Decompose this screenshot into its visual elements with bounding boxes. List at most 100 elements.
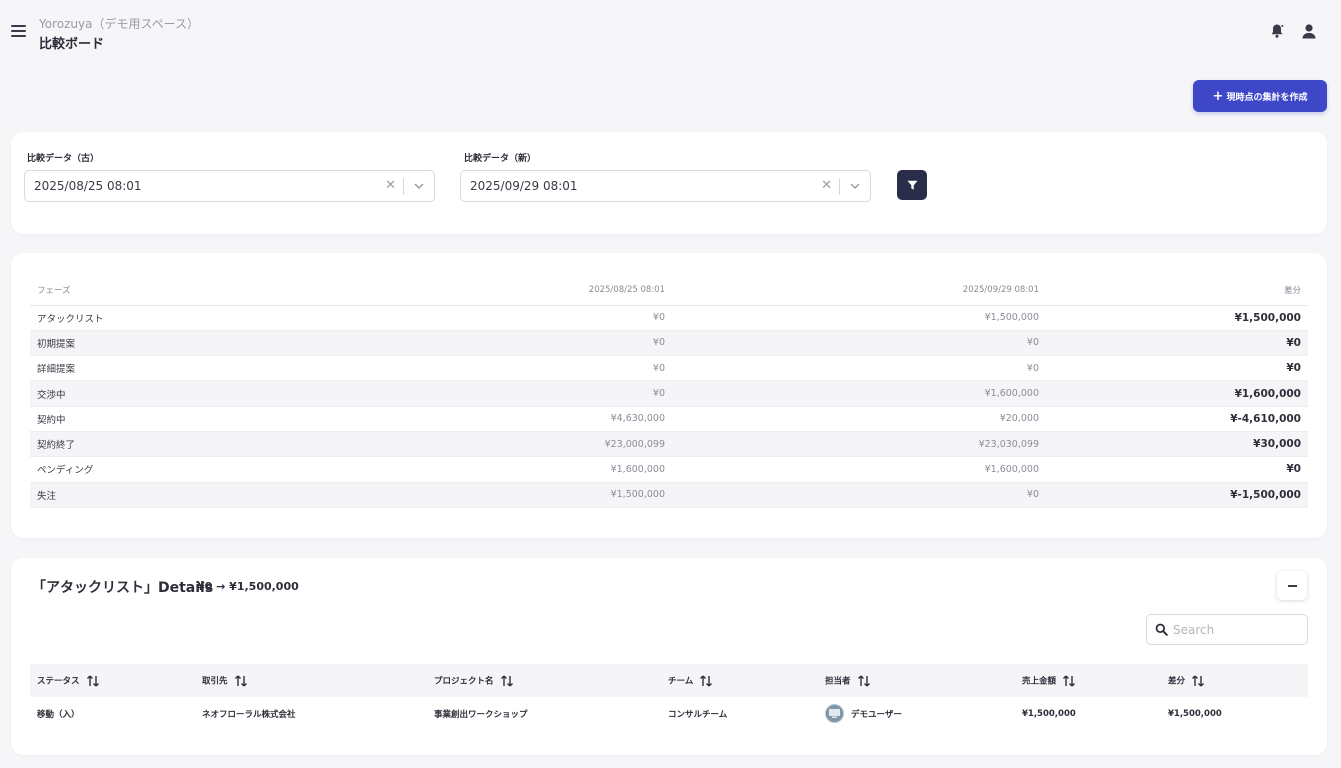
clear-icon[interactable]: ✕ (821, 178, 832, 193)
diff-value: ¥0 (1039, 355, 1308, 382)
details-card: 「アタックリスト」Details ¥0 → ¥1,500,000 ステータス 取… (11, 558, 1327, 755)
search-field[interactable] (1146, 614, 1308, 645)
avatar (825, 704, 844, 723)
details-table: ステータス 取引先 プロジェクト名 チーム 担当者 売上金額 差分 移動（入） … (30, 664, 1308, 730)
column-header-status[interactable]: ステータス (30, 664, 195, 697)
column-header-client[interactable]: 取引先 (195, 664, 427, 697)
diff-value: ¥0 (1039, 456, 1308, 483)
page-title: 比較ボード (39, 37, 105, 52)
new-data-label: 比較データ（新） (464, 154, 537, 164)
column-header-label: 担当者 (825, 676, 851, 686)
phase-name: ペンディング (30, 456, 290, 483)
phase-name: 初期提案 (30, 330, 290, 357)
diff-value: ¥1,600,000 (1039, 380, 1308, 407)
apply-filter-button[interactable] (897, 170, 927, 200)
menu-icon[interactable] (11, 25, 26, 37)
computer-icon (829, 709, 840, 718)
phase-name: 契約終了 (30, 431, 290, 458)
old-data-select[interactable]: 2025/08/25 08:01 ✕ (24, 170, 435, 202)
new-data-value: 2025/09/29 08:01 (470, 179, 578, 193)
phase-name: アタックリスト (30, 305, 290, 331)
sort-icon[interactable] (1191, 674, 1205, 688)
sort-icon[interactable] (699, 674, 713, 688)
column-header-owner[interactable]: 担当者 (818, 664, 1015, 697)
column-header-diff: 差分 (1039, 275, 1308, 306)
table-row: ペンディング ¥1,600,000 ¥1,600,000 ¥0 (30, 456, 1308, 483)
workspace-name: Yorozuya（デモ用スペース） (39, 17, 200, 31)
amount-cell: ¥1,500,000 (1022, 708, 1076, 719)
bell-icon[interactable] (1270, 23, 1284, 39)
chevron-down-icon[interactable] (849, 180, 861, 192)
phase-name: 詳細提案 (30, 355, 290, 382)
new-value: ¥23,030,099 (665, 431, 1039, 458)
new-value: ¥0 (665, 355, 1039, 382)
column-header-old: 2025/08/25 08:01 (290, 275, 665, 306)
status-cell: 移動（入） (37, 709, 80, 720)
table-row: 契約中 ¥4,630,000 ¥20,000 ¥-4,610,000 (30, 406, 1308, 432)
create-snapshot-button[interactable]: + 現時点の集計を作成 (1193, 80, 1327, 112)
column-header-label: 売上金額 (1022, 676, 1057, 686)
old-value: ¥0 (290, 305, 665, 331)
new-data-select[interactable]: 2025/09/29 08:01 ✕ (460, 170, 871, 202)
old-value: ¥0 (290, 355, 665, 382)
diff-value: ¥30,000 (1039, 431, 1308, 458)
old-value: ¥1,600,000 (290, 456, 665, 483)
user-icon[interactable] (1302, 23, 1316, 39)
search-input[interactable] (1173, 621, 1301, 639)
phase-summary-table: フェーズ 2025/08/25 08:01 2025/09/29 08:01 差… (30, 275, 1308, 508)
phase-name: 契約中 (30, 406, 290, 432)
column-header-diff[interactable]: 差分 (1161, 664, 1308, 697)
client-cell: ネオフローラル株式会社 (202, 709, 296, 720)
table-row: 交渉中 ¥0 ¥1,600,000 ¥1,600,000 (30, 380, 1308, 407)
new-value: ¥20,000 (665, 406, 1039, 432)
column-header-project[interactable]: プロジェクト名 (427, 664, 661, 697)
clear-icon[interactable]: ✕ (385, 178, 396, 193)
diff-value: ¥1,500,000 (1039, 305, 1308, 331)
phase-name: 交渉中 (30, 380, 290, 407)
table-header-row: ステータス 取引先 プロジェクト名 チーム 担当者 売上金額 差分 (30, 664, 1308, 697)
diff-value: ¥0 (1039, 330, 1308, 357)
column-header-phase: フェーズ (30, 275, 290, 306)
old-value: ¥4,630,000 (290, 406, 665, 432)
new-value: ¥0 (665, 482, 1039, 508)
table-row: 詳細提案 ¥0 ¥0 ¥0 (30, 355, 1308, 382)
phase-name: 失注 (30, 482, 290, 508)
filter-icon (907, 180, 917, 190)
diff-value: ¥-4,610,000 (1039, 406, 1308, 432)
old-data-value: 2025/08/25 08:01 (34, 179, 142, 193)
details-range: ¥0 → ¥1,500,000 (197, 580, 299, 593)
old-value: ¥23,000,099 (290, 431, 665, 458)
column-header-amount[interactable]: 売上金額 (1015, 664, 1161, 697)
sort-icon[interactable] (857, 674, 871, 688)
sort-icon[interactable] (234, 674, 248, 688)
old-value: ¥0 (290, 330, 665, 357)
app-header: Yorozuya（デモ用スペース） 比較ボード (0, 0, 1341, 62)
column-header-new: 2025/09/29 08:01 (665, 275, 1039, 306)
select-separator (403, 178, 404, 195)
old-value: ¥0 (290, 380, 665, 407)
team-cell: コンサルチーム (668, 709, 728, 720)
column-header-label: 差分 (1168, 676, 1186, 686)
table-row: 初期提案 ¥0 ¥0 ¥0 (30, 330, 1308, 357)
new-value: ¥1,500,000 (665, 305, 1039, 331)
select-separator (839, 178, 840, 195)
column-header-label: 取引先 (202, 676, 228, 686)
chevron-down-icon[interactable] (413, 180, 425, 192)
create-snapshot-label: 現時点の集計を作成 (1226, 92, 1308, 103)
minus-icon (1287, 584, 1297, 587)
old-data-label: 比較データ（古） (27, 154, 100, 164)
sort-icon[interactable] (1062, 674, 1076, 688)
table-row: 契約終了 ¥23,000,099 ¥23,030,099 ¥30,000 (30, 431, 1308, 458)
table-row: 失注 ¥1,500,000 ¥0 ¥-1,500,000 (30, 482, 1308, 508)
collapse-button[interactable] (1277, 571, 1307, 600)
owner-name: デモユーザー (851, 709, 902, 720)
diff-value: ¥-1,500,000 (1039, 482, 1308, 508)
diff-cell: ¥1,500,000 (1168, 708, 1222, 719)
sort-icon[interactable] (86, 674, 100, 688)
plus-icon: + (1212, 88, 1224, 104)
column-header-team[interactable]: チーム (661, 664, 818, 697)
table-row: アタックリスト ¥0 ¥1,500,000 ¥1,500,000 (30, 305, 1308, 331)
table-row[interactable]: 移動（入） ネオフローラル株式会社 事業創出ワークショップ コンサルチーム デモ… (30, 697, 1308, 730)
sort-icon[interactable] (500, 674, 514, 688)
phase-summary-card: フェーズ 2025/08/25 08:01 2025/09/29 08:01 差… (11, 253, 1327, 538)
